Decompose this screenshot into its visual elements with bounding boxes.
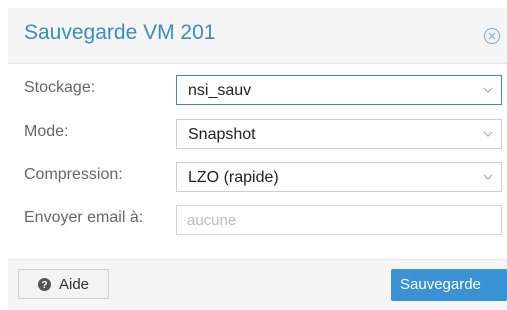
mode-label: Mode: [24,123,69,140]
compression-label: Compression: [24,166,123,183]
svg-text:?: ? [41,280,47,291]
backup-button-label: Sauvegarde [400,276,481,293]
compression-value: LZO (rapide) [188,169,279,186]
chevron-down-icon[interactable] [483,174,493,181]
email-label: Envoyer email à: [24,209,144,226]
email-input[interactable] [187,207,487,233]
storage-label: Stockage: [24,79,96,96]
dialog-footer: ? Aide Sauvegarde [8,259,507,310]
chevron-down-icon[interactable] [483,87,493,94]
help-button-label: Aide [59,276,90,293]
dialog-header: Sauvegarde VM 201 [8,8,507,64]
mode-value: Snapshot [188,126,256,143]
backup-button[interactable]: Sauvegarde [391,269,507,301]
backup-dialog: Sauvegarde VM 201 Stockage: nsi_sauv Mod… [8,8,507,310]
question-circle-icon: ? [38,278,51,291]
storage-select[interactable]: nsi_sauv [176,75,502,105]
help-button[interactable]: ? Aide [18,269,109,299]
close-icon[interactable] [483,27,501,45]
mode-select[interactable]: Snapshot [176,119,502,149]
dialog-title: Sauvegarde VM 201 [24,21,216,44]
storage-value: nsi_sauv [188,82,252,99]
chevron-down-icon[interactable] [483,131,493,138]
compression-select[interactable]: LZO (rapide) [176,162,502,192]
email-field[interactable] [176,205,502,235]
